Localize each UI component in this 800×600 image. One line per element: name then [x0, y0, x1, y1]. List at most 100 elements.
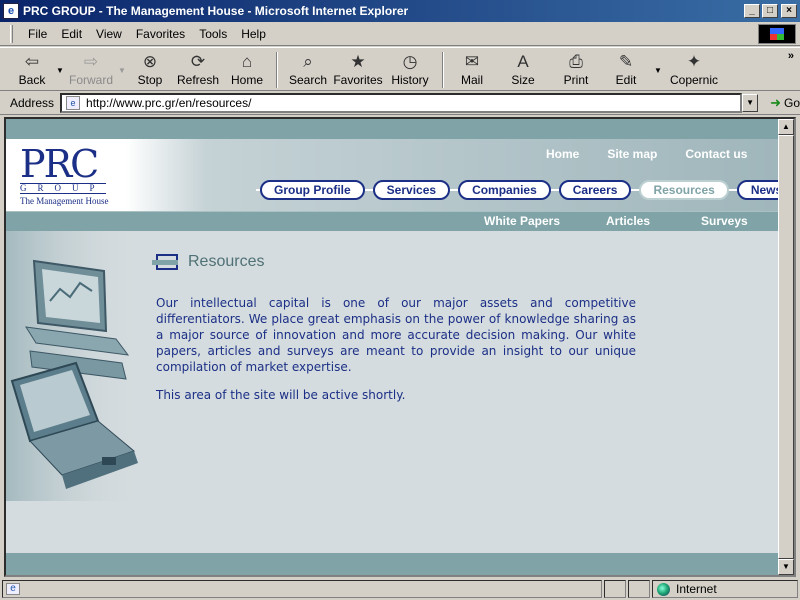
sub-nav: White Papers Articles Surveys	[6, 211, 778, 231]
printer-icon: ⎙	[569, 52, 583, 71]
menu-bar: File Edit View Favorites Tools Help	[0, 22, 800, 46]
page-icon: e	[66, 95, 81, 110]
stop-button[interactable]: ⊗ Stop	[128, 48, 172, 90]
page-body: Our intellectual capital is one of our m…	[156, 295, 636, 403]
nav-careers[interactable]: Careers	[558, 180, 632, 200]
toolbar-overflow-chevron[interactable]: »	[788, 50, 794, 62]
heading-bullet-icon	[152, 254, 178, 270]
search-button[interactable]: ⌕ Search	[284, 48, 332, 90]
copernic-icon: ✦	[686, 52, 702, 71]
page-title: Resources	[188, 253, 265, 270]
size-button[interactable]: A Size	[494, 48, 552, 90]
subnav-articles[interactable]: Articles	[606, 214, 650, 228]
address-input[interactable]	[86, 95, 727, 110]
favorites-button[interactable]: ★ Favorites	[332, 48, 384, 90]
toolbar-separator	[276, 52, 278, 88]
back-arrow-icon: ⇦	[24, 52, 40, 71]
edit-dropdown[interactable]: ▼	[652, 48, 664, 75]
home-icon: ⌂	[241, 52, 253, 71]
go-button[interactable]: ➜ Go	[770, 95, 800, 111]
print-label: Print	[563, 73, 589, 87]
copernic-button[interactable]: ✦ Copernic	[664, 48, 724, 90]
menu-favorites[interactable]: Favorites	[129, 25, 192, 43]
nav-resources[interactable]: Resources	[639, 180, 729, 200]
top-band	[6, 119, 778, 139]
go-label: Go	[783, 95, 800, 110]
standard-toolbar: ⇦ Back ▼ ⇨ Forward ▼ ⊗ Stop ⟳ Refresh ⌂ …	[0, 47, 800, 91]
text-size-icon: A	[517, 52, 529, 71]
status-cell	[628, 580, 650, 598]
logo-tagline: The Management House	[20, 196, 109, 206]
link-home[interactable]: Home	[546, 147, 579, 161]
prc-logo[interactable]: PRC GROUP The Management House	[20, 142, 130, 206]
browser-viewport[interactable]: PRC GROUP The Management House Home Site…	[4, 117, 796, 577]
scroll-thumb[interactable]	[778, 135, 794, 559]
page-loaded-icon: e	[6, 583, 20, 595]
stop-label: Stop	[137, 73, 163, 87]
go-arrow-icon: ➜	[770, 94, 781, 110]
subnav-white-papers[interactable]: White Papers	[484, 214, 560, 228]
home-label: Home	[230, 73, 263, 87]
edit-button[interactable]: ✎ Edit	[600, 48, 652, 90]
stop-icon: ⊗	[142, 52, 158, 71]
page-heading: Resources	[152, 253, 265, 271]
ie-icon[interactable]: e	[3, 3, 19, 19]
notice-paragraph: This area of the site will be active sho…	[156, 388, 406, 402]
refresh-label: Refresh	[176, 73, 220, 87]
mail-label: Mail	[460, 73, 483, 87]
intro-paragraph: Our intellectual capital is one of our m…	[156, 296, 636, 374]
menu-grip[interactable]	[10, 24, 13, 43]
logo-group: GROUP	[20, 183, 106, 194]
menu-tools[interactable]: Tools	[192, 25, 234, 43]
home-button[interactable]: ⌂ Home	[224, 48, 270, 90]
history-button[interactable]: ◷ History	[384, 48, 436, 90]
mail-button[interactable]: ✉ Mail	[450, 48, 494, 90]
logo-wordmark: PRC	[20, 142, 99, 186]
size-label: Size	[511, 73, 535, 87]
security-zone[interactable]: Internet	[652, 580, 798, 598]
back-button[interactable]: ⇦ Back	[10, 48, 54, 90]
main-nav: Group Profile Services Companies Careers…	[260, 180, 794, 200]
footer-band	[6, 553, 778, 575]
forward-label: Forward	[68, 73, 113, 87]
menu-view[interactable]: View	[89, 25, 129, 43]
utility-links: Home Site map Contact us	[546, 147, 775, 161]
window-title-bar[interactable]: e PRC GROUP - The Management House - Mic…	[0, 0, 800, 22]
address-label: Address	[10, 95, 55, 110]
address-dropdown[interactable]: ▼	[742, 93, 759, 112]
zone-label: Internet	[676, 582, 717, 596]
edit-page-icon: ✎	[618, 52, 634, 71]
minimize-button[interactable]: _	[744, 4, 760, 18]
nav-services[interactable]: Services	[372, 180, 451, 200]
link-contact-us[interactable]: Contact us	[685, 147, 747, 161]
web-page: PRC GROUP The Management House Home Site…	[6, 119, 794, 575]
refresh-button[interactable]: ⟳ Refresh	[172, 48, 224, 90]
search-label: Search	[288, 73, 328, 87]
globe-icon	[657, 582, 670, 596]
windows-logo-icon	[758, 24, 796, 44]
toolbar-separator	[442, 52, 444, 88]
link-site-map[interactable]: Site map	[607, 147, 657, 161]
subnav-surveys[interactable]: Surveys	[701, 214, 748, 228]
back-dropdown[interactable]: ▼	[54, 48, 66, 75]
address-field[interactable]: e	[60, 92, 743, 113]
nav-group-profile[interactable]: Group Profile	[260, 180, 365, 200]
forward-button[interactable]: ⇨ Forward	[66, 48, 116, 90]
scroll-up-button[interactable]: ▲	[778, 119, 794, 135]
favorites-label: Favorites	[333, 73, 383, 87]
edit-label: Edit	[615, 73, 637, 87]
print-button[interactable]: ⎙ Print	[552, 48, 600, 90]
vertical-scrollbar[interactable]: ▲ ▼	[778, 119, 794, 575]
nav-companies[interactable]: Companies	[458, 180, 551, 200]
status-message: e	[2, 580, 602, 598]
menu-edit[interactable]: Edit	[54, 25, 89, 43]
menu-help[interactable]: Help	[234, 25, 273, 43]
close-button[interactable]: ×	[781, 4, 797, 18]
address-bar: Address e ▼ ➜ Go	[0, 91, 800, 115]
status-cell	[604, 580, 626, 598]
menu-file[interactable]: File	[21, 25, 54, 43]
maximize-button[interactable]: □	[762, 4, 778, 18]
scroll-down-button[interactable]: ▼	[778, 559, 794, 575]
forward-dropdown[interactable]: ▼	[116, 48, 128, 75]
window-title: PRC GROUP - The Management House - Micro…	[23, 4, 409, 18]
